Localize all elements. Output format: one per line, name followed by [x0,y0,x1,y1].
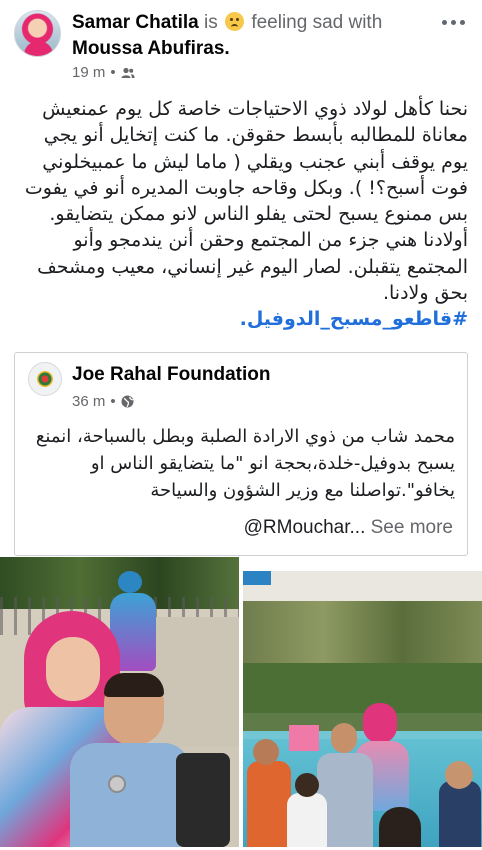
boy-head [331,723,357,753]
wall [150,617,239,747]
boy-right [439,781,481,847]
shared-text-tail: @RMouchar... See more [244,517,453,539]
person-pink-hijab [363,703,397,743]
post-paragraph: أولادنا هني جزء من المجتمع وحقن أنن يندم… [37,229,468,305]
post-meta: 19 m • [72,64,135,81]
author-avatar[interactable] [14,10,61,57]
more-options-button[interactable] [438,12,468,32]
wheelchair [176,753,230,847]
friends-icon[interactable] [121,67,135,79]
canopy [243,571,271,585]
boy-right-head [445,761,473,789]
boy-shirt [70,743,190,847]
separator-dot: • [110,393,116,410]
shared-meta: 36 m • [72,393,134,410]
boy-hair [104,673,164,697]
shared-post-text: محمد شاب من ذوي الارادة الصلبة وبطل بالس… [35,426,455,501]
separator-dot: • [110,64,116,81]
post-header: Samar Chatila is feeling sad with Moussa… [0,0,482,92]
post-paragraph: نحنا كأهل لولاد ذوي الاحتياجات خاصة كل ي… [24,98,468,226]
woman-face [46,637,100,701]
is-text: is [204,12,218,33]
see-more-link[interactable]: See more [371,517,453,538]
medal [108,775,126,793]
child-white-head [295,773,319,797]
photo-pool-group[interactable] [243,571,482,847]
child-white-shirt [287,793,327,847]
sad-emoji-icon [225,12,245,31]
mention-link[interactable]: @RMouchar... [244,517,366,538]
post-hashtags[interactable]: #قاطعو_مسبح_الدوفيل. [14,306,468,332]
man-orange [247,761,291,847]
photo-grid [0,557,482,850]
post-time[interactable]: 19 m [72,64,105,81]
shared-page-name[interactable]: Joe Rahal Foundation [72,364,270,386]
hedge [243,663,482,713]
globe-icon[interactable] [121,395,134,408]
shared-post-card[interactable]: Joe Rahal Foundation 36 m • محمد شاب من … [14,352,468,556]
feeling-text: feeling sad with [251,12,383,33]
post-header-text: Samar Chatila is feeling sad with Moussa… [72,10,432,62]
photo-mother-and-son[interactable] [0,557,239,847]
pink-board [289,725,319,751]
shared-time[interactable]: 36 m [72,393,105,410]
dark-head-foreground [379,807,421,847]
more-dot [459,19,465,25]
man-orange-head [253,739,279,765]
tagged-person[interactable]: Moussa Abufiras. [72,38,230,59]
post-body: نحنا كأهل لولاد ذوي الاحتياجات خاصة كل ي… [14,96,468,333]
more-dot [441,19,447,25]
foundation-logo-icon[interactable] [28,362,62,396]
child-figure [118,571,142,593]
more-dot [450,19,456,25]
author-name[interactable]: Samar Chatila [72,12,199,33]
